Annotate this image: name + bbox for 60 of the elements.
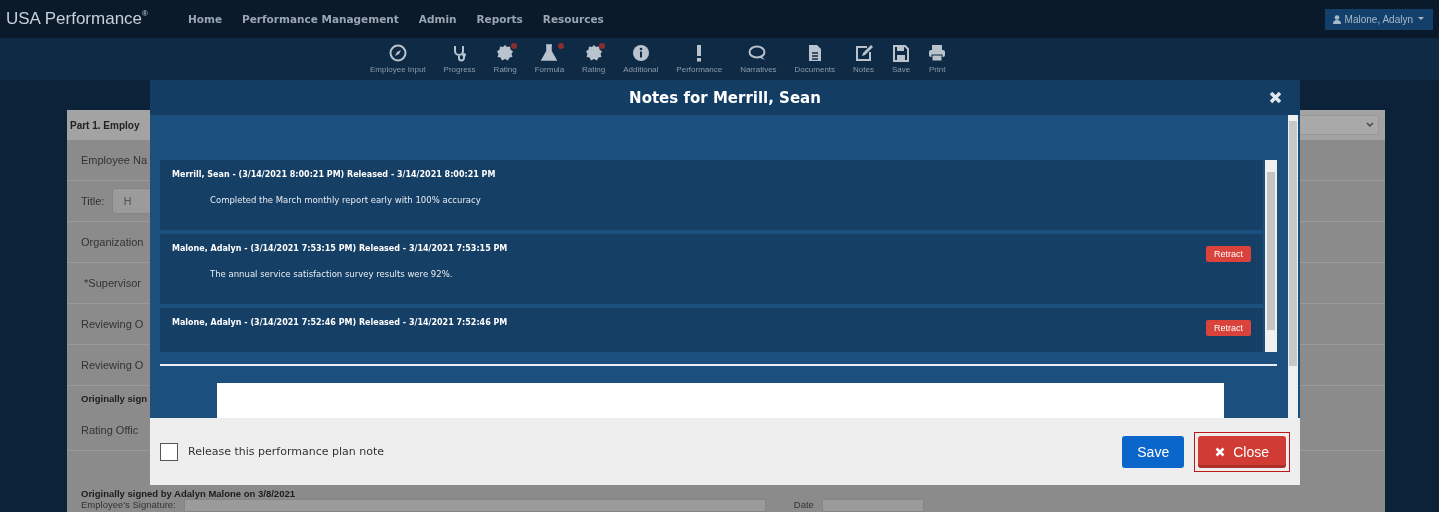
document-icon: [807, 44, 822, 62]
field-label: Date: [793, 499, 814, 510]
user-menu[interactable]: Malone, Adalyn: [1324, 8, 1433, 30]
toolbar-button[interactable]: Print: [926, 38, 949, 80]
retract-button[interactable]: Retract: [1206, 246, 1251, 262]
user-icon: [1332, 14, 1341, 24]
note-text: Completed the March monthly report early with 100% accuracy: [209, 195, 482, 205]
note-text: The annual service satisfaction survey results were 92%.: [209, 269, 454, 279]
nav-link[interactable]: Performance Management: [242, 13, 399, 25]
nav-link[interactable]: Home: [187, 13, 223, 25]
toolbar-button[interactable]: Progress: [441, 38, 478, 80]
chevron-icon: [1366, 122, 1374, 128]
field-label: Organization: [81, 236, 144, 248]
field-label: Employee Na: [81, 154, 148, 166]
flask-icon: [540, 44, 559, 62]
toolbar-button[interactable]: Performance: [674, 38, 725, 80]
field-label: Rating Offic: [81, 424, 139, 436]
note-header: Malone, Adalyn - (3/14/2021 7:52:46 PM) Released - 3/14/2021 7:52:46 PM: [172, 318, 509, 327]
field-label: Reviewing O: [81, 318, 144, 330]
close-button[interactable]: Close: [1198, 435, 1286, 468]
scrollbar[interactable]: [1288, 115, 1298, 418]
signature-note: Originally signed by Adalyn Malone on 3/8/2021: [81, 488, 295, 499]
app-logo[interactable]: USA Performance$^{®}$: [6, 9, 148, 29]
exclamation-icon: [695, 44, 704, 62]
section-title: Part 1. Employ: [70, 119, 140, 131]
nav-link[interactable]: Reports: [476, 13, 523, 25]
toolbar-button[interactable]: Employee Input: [368, 38, 428, 80]
scrollbar[interactable]: [1265, 160, 1277, 352]
seal-icon: [584, 44, 603, 62]
close-icon: [1215, 446, 1226, 457]
toolbar-button[interactable]: Narratives: [738, 38, 779, 80]
edit-icon: [854, 44, 873, 62]
field-label: Reviewing O: [81, 359, 144, 371]
retract-button[interactable]: Retract: [1206, 320, 1251, 336]
toolbar-button[interactable]: Additional: [621, 38, 661, 80]
toolbar-button[interactable]: Save: [889, 38, 913, 80]
dialog-title: Notes for Merrill, Sean: [629, 88, 821, 107]
release-checkbox[interactable]: [160, 442, 178, 461]
toolbar-button[interactable]: Formula: [532, 38, 567, 80]
save-button[interactable]: Save: [1122, 435, 1185, 468]
nav-link[interactable]: Admin: [418, 13, 457, 25]
toolbar-button[interactable]: Notes: [851, 38, 876, 80]
close-icon[interactable]: [1269, 91, 1282, 104]
info-icon: [631, 44, 650, 62]
toolbar-button[interactable]: Rating: [580, 38, 608, 80]
print-icon: [928, 44, 947, 62]
note-header: Merrill, Sean - (3/14/2021 8:00:21 PM) Released - 3/14/2021 8:00:21 PM: [172, 170, 497, 179]
signature-note: Originally sign: [81, 392, 147, 404]
save-icon: [893, 44, 910, 62]
nav-link[interactable]: Resources: [542, 13, 604, 25]
compass-icon: [388, 44, 407, 62]
field-label: *Supervisor: [83, 277, 141, 289]
note-header: Malone, Adalyn - (3/14/2021 7:53:15 PM) Released - 3/14/2021 7:53:15 PM: [172, 244, 509, 253]
checkbox-label: Release this performance plan note: [188, 445, 385, 458]
seal-icon: [496, 44, 515, 62]
field-label: Title:: [81, 195, 105, 207]
field-label: Employee's Signature:: [81, 499, 176, 510]
toolbar-button[interactable]: Documents: [792, 38, 838, 80]
caret-icon: [1417, 16, 1425, 22]
toolbar-button[interactable]: Rating: [491, 38, 519, 80]
